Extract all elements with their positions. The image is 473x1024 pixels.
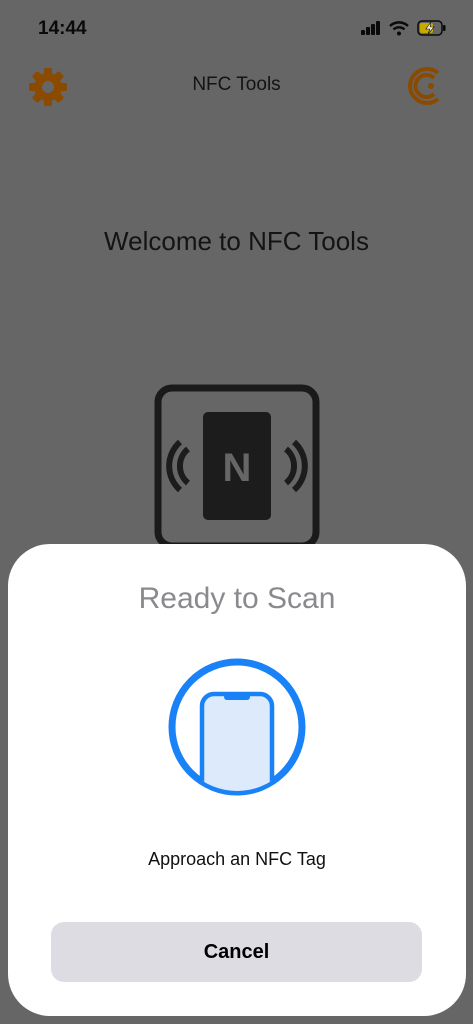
signal-icon <box>361 21 380 35</box>
sheet-message: Approach an NFC Tag <box>148 849 326 869</box>
sheet-title: Ready to Scan <box>138 582 336 615</box>
cancel-button[interactable]: Cancel <box>51 922 422 982</box>
phone-scan-icon <box>168 658 306 796</box>
account-icon[interactable] <box>405 65 447 107</box>
status-icons <box>361 20 447 36</box>
scan-sheet: Ready to Scan Approach an NFC Tag Cancel <box>8 544 466 1016</box>
nfc-letter: N <box>223 446 252 490</box>
status-time: 14:44 <box>38 18 87 39</box>
nav-bar: NFC Tools <box>0 60 473 112</box>
wifi-icon <box>389 20 409 35</box>
nfc-reader-icon: N <box>154 384 320 550</box>
app-title: NFC Tools <box>192 74 281 95</box>
status-bar: 14:44 <box>0 0 473 56</box>
welcome-heading: Welcome to NFC Tools <box>104 226 369 256</box>
battery-charging-icon <box>417 20 446 36</box>
